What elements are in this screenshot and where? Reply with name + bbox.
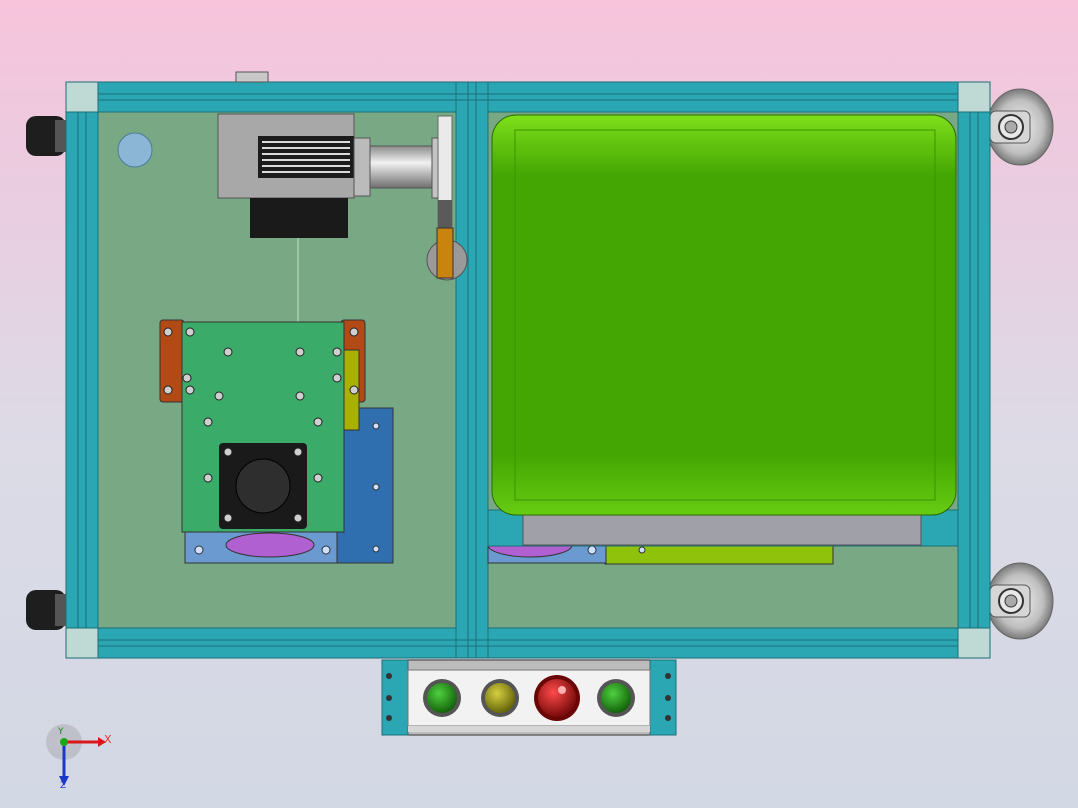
battery-pack (491, 114, 957, 516)
axis-x-label: X (104, 733, 112, 746)
top-handle (235, 71, 269, 83)
run-button[interactable] (597, 679, 635, 717)
sensor-hole (117, 132, 153, 168)
pause-button[interactable] (481, 679, 519, 717)
motor-mount-plate (163, 321, 359, 533)
axis-z-label: Z (60, 781, 67, 791)
wheel-top-left (26, 116, 67, 156)
emergency-stop-button[interactable] (534, 675, 580, 721)
caster-wheel-top-right (986, 88, 1054, 166)
caster-wheel-bottom-right (986, 562, 1054, 640)
orientation-triad (46, 724, 106, 786)
assembly-view[interactable] (0, 0, 1078, 808)
cad-viewport[interactable]: X Y Z (0, 0, 1078, 808)
start-button[interactable] (423, 679, 461, 717)
wheel-bottom-left (26, 590, 67, 630)
axis-y-label: Y (58, 727, 64, 737)
